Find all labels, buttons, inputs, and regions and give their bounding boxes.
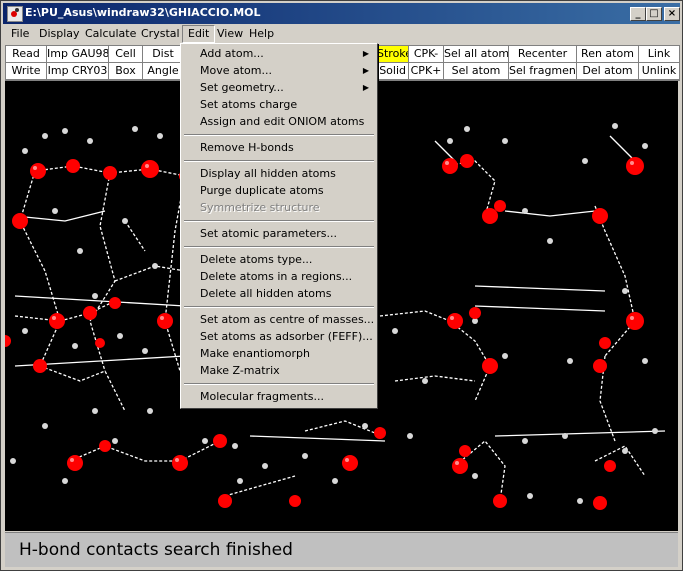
menu-separator	[184, 134, 374, 136]
menu-item-move-atom[interactable]: Move atom... ▶	[183, 63, 375, 79]
tb-sel-fragment[interactable]: Sel fragment	[509, 63, 577, 80]
menu-item-set-atoms-charge[interactable]: Set atoms charge	[183, 97, 375, 113]
menu-edit[interactable]: Edit	[182, 25, 216, 43]
menu-item-delete-atoms-region[interactable]: Delete atoms in a regions...	[183, 269, 375, 285]
menu-item-assign-oniom[interactable]: Assign and edit ONIOM atoms	[183, 114, 375, 130]
tb-cpk-minus[interactable]: CPK-	[409, 46, 444, 63]
menu-item-label: Add atom...	[200, 47, 264, 60]
tb-sel-atom[interactable]: Sel atom	[444, 63, 509, 80]
menu-display[interactable]: Display	[34, 26, 85, 42]
tb-write[interactable]: Write	[6, 63, 47, 80]
tb-ren-atom[interactable]: Ren atom	[577, 46, 639, 63]
menu-separator	[184, 246, 374, 248]
tb-del-atom[interactable]: Del atom	[577, 63, 639, 80]
menu-item-display-hidden[interactable]: Display all hidden atoms	[183, 166, 375, 182]
menu-bar: File Display Calculate Crystal Edit View…	[3, 25, 680, 44]
tb-imp-cry03[interactable]: Imp CRY03	[47, 63, 109, 80]
tb-sel-all-atom[interactable]: Sel all atom	[444, 46, 509, 63]
status-bar: H-bond contacts search finished	[5, 532, 678, 567]
menu-calculate[interactable]: Calculate	[80, 26, 141, 42]
tb-imp-gau98[interactable]: Imp GAU98	[47, 46, 109, 63]
title-bar[interactable]: E:\PU_Asus\windraw32\GHIACCIO.MOL _ □ ×	[3, 3, 680, 24]
tb-angle[interactable]: Angle	[143, 63, 184, 80]
menu-item-enantiomorph[interactable]: Make enantiomorph	[183, 346, 375, 362]
menu-item-atomic-parameters[interactable]: Set atomic parameters...	[183, 226, 375, 242]
tb-solid[interactable]: Solid	[377, 63, 409, 80]
menu-item-label: Move atom...	[200, 64, 272, 77]
tb-recenter[interactable]: Recenter	[509, 46, 577, 63]
menu-item-purge-duplicates[interactable]: Purge duplicate atoms	[183, 183, 375, 199]
menu-separator	[184, 220, 374, 222]
app-icon[interactable]	[7, 6, 23, 22]
menu-item-add-atom[interactable]: Add atom... ▶	[183, 46, 375, 62]
window-title: E:\PU_Asus\windraw32\GHIACCIO.MOL	[25, 6, 261, 19]
menu-item-delete-atoms-type[interactable]: Delete atoms type...	[183, 252, 375, 268]
menu-crystal[interactable]: Crystal	[136, 26, 185, 42]
submenu-arrow-icon: ▶	[362, 66, 369, 75]
edit-menu-dropdown: Add atom... ▶ Move atom... ▶ Set geometry.…	[180, 43, 378, 409]
submenu-arrow-icon: ▶	[362, 49, 369, 58]
tb-unlink[interactable]: Unlink	[639, 63, 680, 80]
menu-separator	[184, 160, 374, 162]
tb-cpk-plus[interactable]: CPK+	[409, 63, 444, 80]
menu-help[interactable]: Help	[244, 26, 279, 42]
menu-view[interactable]: View	[212, 26, 248, 42]
status-message: H-bond contacts search finished	[19, 540, 293, 560]
menu-separator	[184, 306, 374, 308]
menu-separator	[184, 383, 374, 385]
tb-link[interactable]: Link	[639, 46, 680, 63]
menu-item-adsorber-feff[interactable]: Set atoms as adsorber (FEFF)...	[183, 329, 375, 345]
tb-cell[interactable]: Cell	[109, 46, 143, 63]
submenu-arrow-icon: ▶	[362, 83, 369, 92]
menu-item-centre-of-masses[interactable]: Set atom as centre of masses...	[183, 312, 375, 328]
menu-item-remove-hbonds[interactable]: Remove H-bonds	[183, 140, 375, 156]
tb-stroke[interactable]: Stroke	[377, 46, 409, 63]
close-button[interactable]: ×	[664, 7, 680, 21]
minimize-button[interactable]: _	[630, 7, 646, 21]
menu-item-delete-hidden[interactable]: Delete all hidden atoms	[183, 286, 375, 302]
maximize-button[interactable]: □	[646, 7, 662, 21]
tb-read[interactable]: Read	[6, 46, 47, 63]
menu-item-molecular-fragments[interactable]: Molecular fragments...	[183, 389, 375, 405]
menu-file[interactable]: File	[6, 26, 34, 42]
tb-box[interactable]: Box	[109, 63, 143, 80]
menu-item-symmetrize: Symmetrize structure	[200, 201, 320, 214]
menu-item-set-geometry[interactable]: Set geometry... ▶	[183, 80, 375, 96]
tb-dist[interactable]: Dist	[143, 46, 184, 63]
menu-item-z-matrix[interactable]: Make Z-matrix	[183, 363, 375, 379]
menu-item-label: Set geometry...	[200, 81, 284, 94]
